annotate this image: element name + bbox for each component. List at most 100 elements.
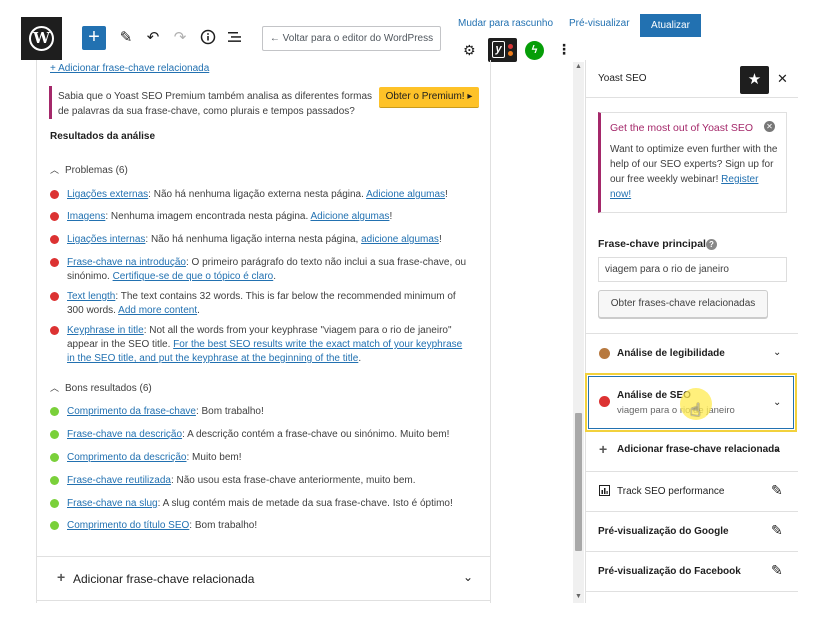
focus-keyphrase-input[interactable] xyxy=(598,257,787,282)
problems-toggle[interactable]: ︿ Problemas (6) xyxy=(50,163,128,176)
divider xyxy=(585,333,798,334)
good-link[interactable]: Frase-chave reutilizada xyxy=(67,475,171,486)
problem-link[interactable]: Frase-chave na introdução xyxy=(67,257,186,268)
good-bullet-icon xyxy=(50,453,59,462)
get-related-keyphrases-button[interactable]: Obter frases-chave relacionadas xyxy=(598,290,768,318)
edit-icon[interactable]: ✎ xyxy=(771,482,783,499)
good-link[interactable]: Frase-chave na descrição xyxy=(67,429,182,440)
update-button[interactable]: Atualizar xyxy=(640,14,701,37)
sidebar-add-related-label[interactable]: Adicionar frase-chave relacionada xyxy=(617,444,780,455)
get-premium-button[interactable]: Obter o Premium! ▸ xyxy=(379,87,479,108)
list-item: Text length: The text contains 32 words.… xyxy=(50,290,470,318)
problems-title: Problemas (6) xyxy=(65,165,128,176)
good-results-title: Bons resultados (6) xyxy=(65,383,152,394)
list-item: Ligações internas: Não há nenhuma ligaçã… xyxy=(50,233,470,247)
problem-link[interactable]: Imagens xyxy=(67,211,105,222)
problem-link[interactable]: Text length xyxy=(67,291,115,302)
promo-text: Want to optimize even further with the h… xyxy=(610,142,780,202)
good-link[interactable]: Comprimento do título SEO xyxy=(67,520,189,531)
yoast-status-dot xyxy=(508,44,513,49)
good-link[interactable]: Frase-chave na slug xyxy=(67,498,158,509)
good-bullet-icon xyxy=(50,476,59,485)
plus-icon: + xyxy=(599,441,608,457)
track-seo-performance-label[interactable]: Track SEO performance xyxy=(617,486,724,497)
list-item: Keyphrase in title: Not all the words fr… xyxy=(50,324,470,366)
divider xyxy=(585,551,798,552)
star-icon[interactable]: ★ xyxy=(740,66,769,94)
add-related-keyphrase-link[interactable]: + Adicionar frase-chave relacionada xyxy=(50,63,209,74)
readability-status-icon xyxy=(599,348,610,359)
list-view-icon[interactable] xyxy=(226,29,244,47)
add-related-keyphrase-label[interactable]: Adicionar frase-chave relacionada xyxy=(73,572,254,586)
undo-icon[interactable]: ↶ xyxy=(144,29,162,47)
list-item: Frase-chave reutilizada: Não usou esta f… xyxy=(50,474,470,488)
pencil-icon[interactable]: ✎ xyxy=(117,29,135,47)
close-icon[interactable]: ✕ xyxy=(777,71,788,87)
list-item: Frase-chave na descrição: A descrição co… xyxy=(50,428,470,442)
edit-icon[interactable]: ✎ xyxy=(771,522,783,539)
divider xyxy=(585,471,798,472)
scroll-down-arrow-icon[interactable]: ▼ xyxy=(575,593,582,600)
info-circle-icon xyxy=(200,29,216,45)
hand-cursor-icon: ☝ xyxy=(690,400,701,420)
plus-icon: + xyxy=(57,569,66,585)
preview-link[interactable]: Pré-visualizar xyxy=(569,18,630,29)
back-to-editor-button[interactable]: ← Voltar para o editor do WordPress xyxy=(262,26,441,51)
jetpack-icon[interactable]: ϟ xyxy=(525,41,544,60)
edit-icon[interactable]: ✎ xyxy=(771,562,783,579)
problem-text: : Não há nenhuma ligação externa nesta p… xyxy=(148,189,367,200)
seo-status-icon xyxy=(599,396,610,407)
add-block-button[interactable]: + xyxy=(82,26,106,50)
problem-bullet-icon xyxy=(50,292,59,301)
switch-to-draft-link[interactable]: Mudar para rascunho xyxy=(458,18,553,29)
list-item: Imagens: Nenhuma imagem encontrada nesta… xyxy=(50,210,470,224)
problem-bullet-icon xyxy=(50,190,59,199)
problem-text: : Não há nenhuma ligação interna nesta p… xyxy=(145,234,362,245)
chevron-down-icon[interactable]: ⌄ xyxy=(773,443,781,454)
problem-action-link[interactable]: Certifique-se de que o tópico é claro xyxy=(113,271,274,282)
readability-analysis-label[interactable]: Análise de legibilidade xyxy=(617,348,725,359)
good-bullet-icon xyxy=(50,499,59,508)
problem-link[interactable]: Ligações internas xyxy=(67,234,145,245)
problem-action-link[interactable]: Add more content xyxy=(118,305,197,316)
scroll-up-arrow-icon[interactable]: ▲ xyxy=(575,63,582,70)
problem-end: . xyxy=(358,353,362,364)
list-item: Frase-chave na introdução: O primeiro pa… xyxy=(50,256,470,284)
chevron-down-icon[interactable]: ⌄ xyxy=(463,570,473,584)
help-icon[interactable]: ? xyxy=(706,239,717,250)
problem-bullet-icon xyxy=(50,326,59,335)
more-options-icon[interactable]: ⋮ xyxy=(557,41,571,58)
chevron-up-icon: ︿ xyxy=(50,383,60,393)
problem-action-link[interactable]: adicione algumas xyxy=(361,234,439,245)
good-link[interactable]: Comprimento da frase-chave xyxy=(67,406,196,417)
facebook-preview-label[interactable]: Pré-visualização do Facebook xyxy=(598,566,741,577)
problem-link[interactable]: Keyphrase in title xyxy=(67,325,144,336)
good-results-toggle[interactable]: ︿ Bons resultados (6) xyxy=(50,381,152,394)
chart-icon xyxy=(599,485,610,499)
problem-link[interactable]: Ligações externas xyxy=(67,189,148,200)
problem-action-link[interactable]: Adicione algumas xyxy=(366,189,445,200)
problem-action-link[interactable]: Adicione algumas xyxy=(311,211,390,222)
wordpress-icon: W xyxy=(29,26,54,51)
list-item: Comprimento do título SEO: Bom trabalho! xyxy=(50,519,470,533)
google-preview-label[interactable]: Pré-visualização do Google xyxy=(598,526,729,537)
good-text: : Não usou esta frase-chave anteriorment… xyxy=(170,475,416,486)
good-link[interactable]: Comprimento da descrição xyxy=(67,452,187,463)
chevron-down-icon[interactable]: ⌄ xyxy=(773,397,781,408)
list-item: Frase-chave na slug: A slug contém mais … xyxy=(50,497,470,511)
info-icon[interactable] xyxy=(199,29,217,47)
problem-end: . xyxy=(273,271,277,282)
wordpress-logo[interactable]: W xyxy=(21,17,62,60)
redo-icon[interactable]: ↷ xyxy=(171,29,189,47)
close-circle-icon[interactable]: ✕ xyxy=(764,121,775,132)
scrollbar-thumb[interactable] xyxy=(575,413,582,551)
list-item: Ligações externas: Não há nenhuma ligaçã… xyxy=(50,188,470,202)
problem-bullet-icon xyxy=(50,235,59,244)
gear-icon[interactable]: ⚙ xyxy=(463,42,476,59)
seo-analysis-keyphrase: viagem para o rio de janeiro xyxy=(617,405,735,416)
good-text: : Bom trabalho! xyxy=(195,406,264,417)
analysis-results-title: Resultados da análise xyxy=(50,131,156,142)
chevron-down-icon[interactable]: ⌄ xyxy=(773,347,781,358)
yoast-status-dot-2 xyxy=(508,51,513,56)
yoast-toggle-button[interactable]: y xyxy=(488,38,517,62)
